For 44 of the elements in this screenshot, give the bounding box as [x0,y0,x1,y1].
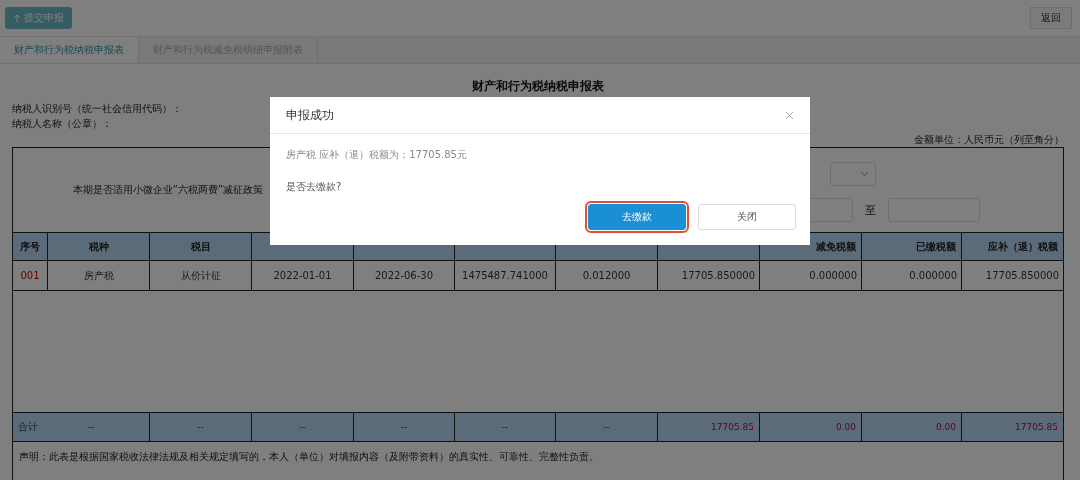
unit-label: 金额单位：人民币元（列至角分） [913,133,1064,147]
total-value: -- [400,422,408,432]
dialog-question: 是否去缴款? [286,180,343,194]
total-value: -- [501,422,509,432]
column-header: 已缴税额 [862,233,962,261]
declaration-text: 声明：此表是根据国家税收法律法规及相关规定填写的，本人（单位）对填报内容（及附带资料）的真实性、可靠性、完整性负责。 [18,450,600,464]
upload-icon [13,13,21,23]
close-button[interactable]: 关闭 [698,204,796,230]
total-value: 17705.85 [711,422,754,432]
column-header: 税种 [48,233,150,261]
table-cell: 2022-06-30 [354,261,455,291]
pay-button[interactable]: 去缴款 [588,204,686,230]
table-cell: 2022-01-01 [252,261,354,291]
policy-select[interactable] [830,162,876,186]
table-cell: 0.012000 [556,261,658,291]
table-cell: 0.000000 [760,261,862,291]
total-value: 17705.85 [1015,422,1058,432]
column-header: 应补（退）税额 [962,233,1064,261]
chevron-down-icon [860,171,869,177]
total-value: 0.00 [935,422,956,432]
total-value: -- [87,422,95,432]
total-value: -- [603,422,610,432]
form-title: 财产和行为税纳税申报表 [471,78,605,95]
table-cell: 17705.850000 [658,261,760,291]
table-cell: 001 [13,261,48,291]
date-separator: 至 [865,202,876,218]
table-cell: 从价计征 [150,261,252,291]
dialog-message: 房产税 应补（退）税额为：17705.85元 [286,148,468,162]
policy-label: 本期是否适用小微企业“六税两费”减征政策 [72,183,263,197]
column-header: 序号 [13,233,48,261]
back-button[interactable]: 返回 [1030,7,1072,29]
total-label: 合计 [18,420,38,434]
dialog-title: 申报成功 [286,106,334,124]
tab[interactable]: 财产和行为税纳税申报表 [0,37,139,63]
taxpayer-id-label: 纳税人识别号（统一社会信用代码）： [12,102,182,116]
table-cell: 1475487.741000 [455,261,556,291]
total-value: -- [197,422,204,432]
table-cell: 0.000000 [862,261,962,291]
total-value: -- [299,422,306,432]
column-header: 税目 [150,233,252,261]
close-icon[interactable] [785,110,794,120]
table-cell: 房产税 [48,261,150,291]
taxpayer-name-label: 纳税人名称（公章）： [12,117,112,131]
total-value: 0.00 [835,422,856,432]
